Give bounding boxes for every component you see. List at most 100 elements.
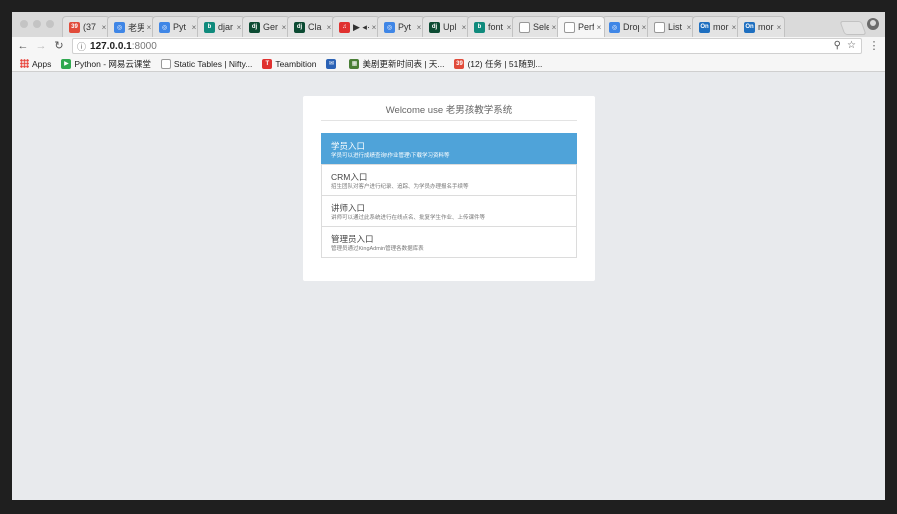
tab-list: 39(37×◎老男×◎Pyt×bdjar×djGer×djCla×♫▶ ◂·×◎… [62, 16, 785, 37]
blue-circle-icon: ◎ [384, 21, 395, 33]
page-icon [654, 21, 665, 33]
django-icon: dj [294, 21, 305, 33]
page-icon [519, 21, 530, 33]
bookmark-1[interactable]: ▶ Python - 网易云课堂 [61, 58, 151, 70]
bookmark-label: Static Tables | Nifty... [173, 58, 253, 69]
apps-grid-icon [20, 59, 29, 68]
bookmark-label: (12) 任务 | 51随到... [467, 58, 543, 69]
teambition-icon: T [262, 58, 273, 69]
entry-title: 管理员入口 [331, 234, 374, 244]
on-icon: On [699, 21, 710, 33]
bookmark-label: Apps [32, 58, 52, 69]
tab-12[interactable]: ◎Drop× [602, 16, 650, 37]
menu-icon[interactable]: ⋮ [867, 39, 881, 53]
tab-10[interactable]: Sele× [512, 16, 560, 37]
minimize-window-button[interactable] [33, 20, 41, 28]
blue-circle-icon: ◎ [159, 21, 170, 33]
tab-title: Pyt [173, 22, 187, 32]
tab-title: Sele [533, 22, 549, 32]
page-icon [160, 58, 171, 69]
entry-description: 招生团队对客户进行纪录、追踪、为学员办理报名手续等 [331, 184, 469, 190]
reload-icon[interactable]: ↻ [52, 39, 66, 53]
bookmarks-bar: Apps ▶ Python - 网易云课堂 Static Tables | Nifty… [12, 56, 885, 72]
profile-icon[interactable] [867, 18, 879, 30]
bookmark-label: Python - 网易云课堂 [74, 58, 151, 69]
tab-title: List [668, 22, 683, 32]
new-tab-button[interactable] [839, 21, 867, 35]
close-icon[interactable]: × [594, 23, 604, 32]
bookmark-label: Teambition [275, 58, 317, 69]
django-icon: dj [249, 21, 260, 33]
toolbar: ← → ↻ ⓘ 127.0.0.1:8000 ⚲ ☆ ⋮ [12, 37, 885, 56]
tab-14[interactable]: On mor × [692, 16, 740, 37]
tab-7[interactable]: ◎ Pyt × [377, 16, 425, 37]
tab-9[interactable]: b font × [467, 16, 515, 37]
url-host: 127.0.0.1 [90, 40, 132, 52]
bookmark-star-icon[interactable]: ☆ [847, 40, 856, 51]
forward-arrow-icon[interactable]: → [34, 39, 48, 53]
portal-entry-3[interactable]: 管理员入口管理员通过KingAdmin管理各数据库表 [321, 226, 577, 258]
close-window-button[interactable] [20, 20, 28, 28]
bookmark-0[interactable]: Apps [20, 59, 51, 69]
tab-8[interactable]: dj Upl × [422, 16, 470, 37]
blue-circle-icon: ◎ [609, 21, 620, 33]
entry-description: 管理员通过KingAdmin管理各数据库表 [331, 246, 424, 252]
tab-strip: 39(37×◎老男×◎Pyt×bdjar×djGer×djCla×♫▶ ◂·×◎… [12, 12, 885, 37]
tab-11[interactable]: Perf × [557, 16, 605, 37]
bing-icon: b [474, 21, 485, 33]
tab-title: Pyt [398, 22, 412, 32]
maximize-window-button[interactable] [46, 20, 54, 28]
tab-title: Perf [578, 22, 594, 32]
red-badge-icon: 39 [69, 21, 80, 33]
tab-6[interactable]: ♫ ▶ ◂· × [332, 16, 380, 37]
tab-title: Upl [443, 22, 457, 32]
tab-0[interactable]: 39 (37 × [62, 16, 110, 37]
tab-title: djar [218, 22, 234, 32]
address-bar[interactable]: ⓘ 127.0.0.1:8000 ⚲ ☆ [72, 38, 862, 54]
page-icon [564, 21, 575, 33]
tab-4[interactable]: dj Ger × [242, 16, 290, 37]
tab-title: font [488, 22, 504, 32]
page-info-icon[interactable]: ⓘ [77, 40, 86, 53]
bookmark-5[interactable]: ▦ 美剧更新时间表 | 天... [349, 58, 444, 70]
tab-5[interactable]: dj Cla × [287, 16, 335, 37]
bookmark-4[interactable]: ✉ [326, 58, 339, 69]
page-content: Welcome use 老男孩教学系统 学员入口 学员可以进行成绩查询\作业管理\… [12, 72, 885, 500]
blue-circle-icon: ◎ [114, 21, 125, 33]
url-port: :8000 [131, 40, 157, 52]
on-icon: On [744, 21, 755, 33]
close-icon[interactable]: × [774, 23, 784, 32]
tab-13[interactable]: List × [647, 16, 695, 37]
tab-2[interactable]: ◎ Pyt × [152, 16, 200, 37]
bookmark-3[interactable]: T Teambition [262, 58, 317, 69]
bookmark-label: 美剧更新时间表 | 天... [362, 58, 445, 69]
entry-title: CRM入口 [331, 172, 368, 182]
tab-title: Cla [308, 22, 322, 32]
divider [321, 120, 577, 121]
zoom-icon[interactable]: ⚲ [834, 40, 841, 51]
portal-entry-1[interactable]: CRM入口招生团队对客户进行纪录、追踪、为学员办理报名手续等 [321, 164, 577, 196]
tv-icon: ▦ [349, 58, 360, 69]
tab-title: mor [713, 22, 729, 32]
bing-icon: b [204, 21, 215, 33]
portal-entry-0[interactable]: 学员入口学员可以进行成绩查询\作业管理\下载学习资料等 [321, 133, 577, 165]
tab-1[interactable]: ◎老男× [107, 16, 155, 37]
tab-title: Drop [623, 22, 639, 32]
email-icon: ✉ [326, 58, 337, 69]
portal-entry-2[interactable]: 讲师入口 讲师可以通过此系统进行在线点名、批复学生作业、上传课件等 [321, 195, 577, 227]
portal-panel: Welcome use 老男孩教学系统 学员入口 学员可以进行成绩查询\作业管理\… [303, 96, 595, 281]
netease-icon: ♫ [339, 21, 350, 33]
entry-title: 讲师入口 [331, 203, 366, 213]
django-icon: dj [429, 21, 440, 33]
bookmark-2[interactable]: Static Tables | Nifty... [160, 58, 253, 69]
red-badge-icon: 39 [454, 58, 465, 69]
entry-title: 学员入口 [331, 141, 366, 151]
back-arrow-icon[interactable]: ← [16, 39, 30, 53]
tab-3[interactable]: b djar × [197, 16, 245, 37]
bookmark-6[interactable]: 39 (12) 任务 | 51随到... [454, 58, 542, 70]
entry-description: 学员可以进行成绩查询\作业管理\下载学习资料等 [331, 153, 450, 159]
tab-title: 老男 [128, 22, 144, 33]
browser-window: 39(37×◎老男×◎Pyt×bdjar×djGer×djCla×♫▶ ◂·×◎… [12, 12, 885, 500]
tab-title: (37 [83, 22, 97, 32]
tab-15[interactable]: On mor × [737, 16, 785, 37]
